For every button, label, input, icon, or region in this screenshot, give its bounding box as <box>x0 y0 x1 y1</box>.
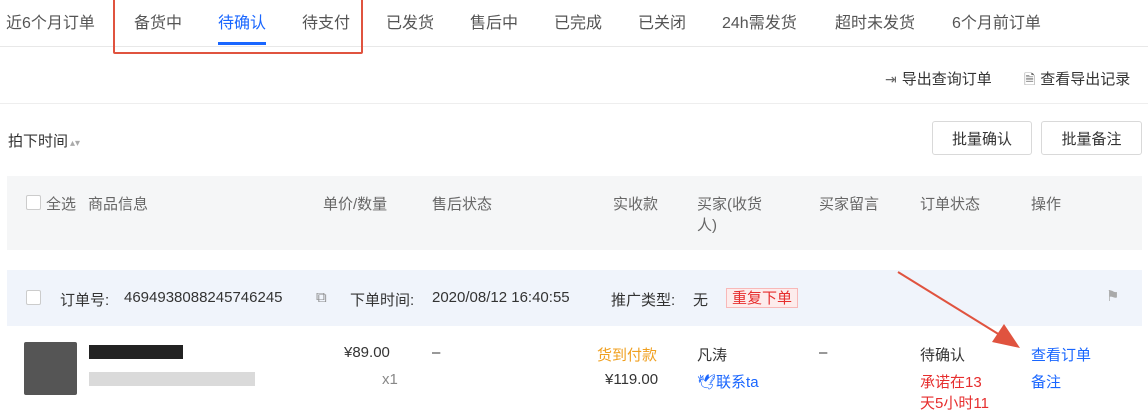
header-action: 操作 <box>1031 196 1062 213</box>
contact-label: 联系ta <box>716 374 759 391</box>
tab-shipped[interactable]: 已发货 <box>386 9 434 33</box>
received-amount: ¥119.00 <box>605 371 659 388</box>
order-no: 4694938088245746245 <box>124 289 283 306</box>
promo-type-label: 推广类型: <box>611 292 676 309</box>
annotation-arrow <box>897 271 1020 348</box>
tab-closed[interactable]: 已关闭 <box>638 9 686 33</box>
annotation-highlight-box <box>113 0 363 54</box>
view-export-label: 查看导出记录 <box>1040 71 1131 88</box>
promise-text-line2: 天5小时11 <box>920 395 989 412</box>
copy-icon[interactable]: ⧉ <box>316 289 327 306</box>
select-all-checkbox[interactable] <box>26 195 41 210</box>
header-after-sale: 售后状态 <box>432 196 493 213</box>
payment-type: 货到付款 <box>597 347 658 364</box>
header-message: 买家留言 <box>819 196 880 213</box>
order-time: 2020/08/12 16:40:55 <box>432 289 570 306</box>
header-buyer-line2: 人) <box>697 217 717 234</box>
quantity: x1 <box>382 371 398 388</box>
product-thumbnail[interactable] <box>24 342 77 395</box>
product-title-redacted[interactable] <box>89 345 183 359</box>
view-order-link[interactable]: 查看订单 <box>1031 344 1091 365</box>
note-link[interactable]: 备注 <box>1031 371 1061 392</box>
buyer-message: – <box>819 344 828 361</box>
tab-completed[interactable]: 已完成 <box>554 9 602 33</box>
export-label: 导出查询订单 <box>901 71 992 88</box>
sort-arrows-icon: ▴▾ <box>70 138 81 149</box>
product-spec-redacted <box>89 372 255 386</box>
header-buyer: 买家(收货 <box>697 196 762 213</box>
after-sale-status: – <box>432 344 441 361</box>
bird-icon: 🕊 <box>697 374 717 391</box>
buyer-name: 凡涛 <box>697 347 728 364</box>
batch-note-button[interactable]: 批量备注 <box>1041 121 1142 155</box>
tab-overdue-ship[interactable]: 超时未发货 <box>835 9 915 33</box>
export-query-orders-link[interactable]: ⇥ 导出查询订单 <box>885 68 992 89</box>
document-icon: 🗎 <box>1024 71 1036 87</box>
export-icon: ⇥ <box>885 71 897 87</box>
tab-recent-6-months[interactable]: 近6个月订单 <box>6 9 95 33</box>
view-export-records-link[interactable]: 🗎 查看导出记录 <box>1024 68 1130 93</box>
tab-older-orders[interactable]: 6个月前订单 <box>952 9 1041 33</box>
select-all-label: 全选 <box>46 196 77 213</box>
sort-label: 拍下时间 <box>8 133 69 150</box>
flag-icon[interactable]: ⚑ <box>1106 287 1119 305</box>
tab-24h-ship[interactable]: 24h需发货 <box>722 9 797 33</box>
promo-type: 无 <box>693 292 709 309</box>
divider <box>0 103 1148 104</box>
header-product: 商品信息 <box>88 196 149 213</box>
order-no-label: 订单号: <box>60 292 110 309</box>
contact-buyer-link[interactable]: 🕊联系ta <box>697 371 759 392</box>
header-price-qty: 单价/数量 <box>323 196 388 213</box>
batch-confirm-button[interactable]: 批量确认 <box>932 121 1032 155</box>
sort-by-order-time[interactable]: 拍下时间 ▴▾ <box>8 130 80 151</box>
tab-after-sale[interactable]: 售后中 <box>470 9 518 33</box>
order-checkbox[interactable] <box>26 290 41 305</box>
duplicate-order-tag: 重复下单 <box>726 288 799 308</box>
header-status: 订单状态 <box>920 196 981 213</box>
order-time-label: 下单时间: <box>350 292 415 309</box>
promise-text: 承诺在13 <box>920 374 982 391</box>
unit-price: ¥89.00 <box>344 344 390 361</box>
header-received: 实收款 <box>613 196 659 213</box>
